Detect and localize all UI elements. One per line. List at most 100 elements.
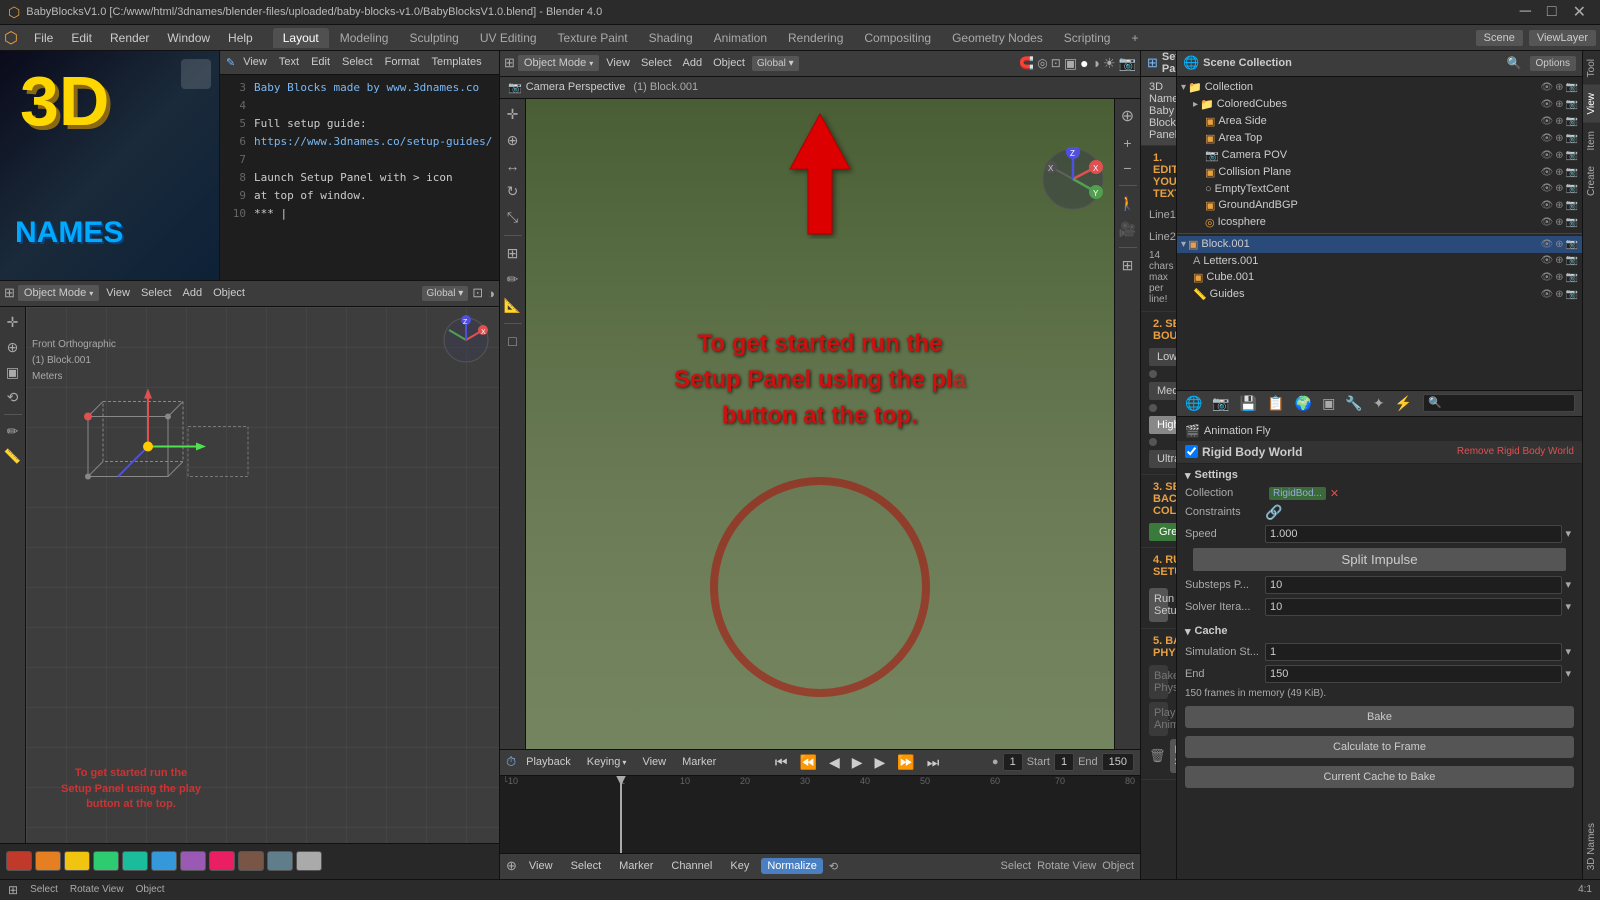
tl-view-btn[interactable]: View bbox=[636, 754, 672, 770]
tl-frame-value[interactable]: 1 bbox=[1003, 753, 1023, 771]
b1-cursor[interactable]: ⊕ bbox=[1555, 239, 1563, 250]
props-tab-viewlayer[interactable]: 📋 bbox=[1263, 393, 1288, 414]
mv-walk-nav[interactable]: 🚶 bbox=[1116, 192, 1139, 215]
tl-jump-start[interactable]: ⏮ bbox=[771, 752, 792, 773]
swatch-yellow[interactable] bbox=[64, 851, 90, 871]
b1-render[interactable]: 📷 bbox=[1566, 239, 1578, 250]
viewport-gizmo[interactable]: X Z bbox=[441, 315, 491, 365]
solver-value[interactable]: 10 bbox=[1265, 598, 1563, 616]
as-eye[interactable]: 👁 bbox=[1540, 116, 1553, 127]
props-tab-particles[interactable]: ✦ bbox=[1369, 393, 1389, 414]
ws-geometry[interactable]: Geometry Nodes bbox=[942, 28, 1053, 48]
swatch-brown[interactable] bbox=[238, 851, 264, 871]
substeps-value[interactable]: 10 bbox=[1265, 576, 1563, 594]
tl-normalize-active[interactable]: Normalize bbox=[761, 858, 823, 874]
is-cursor[interactable]: ⊕ bbox=[1555, 217, 1563, 228]
calc-frame-btn[interactable]: Calculate to Frame bbox=[1185, 736, 1574, 758]
tree-icosphere[interactable]: ◎ Icosphere 👁⊕📷 bbox=[1177, 214, 1582, 231]
tree-camera-pov[interactable]: 📷 Camera POV 👁⊕📷 bbox=[1177, 147, 1582, 164]
mv-shading-solid[interactable]: ● bbox=[1080, 55, 1088, 71]
mv-shading-render[interactable]: ☀ bbox=[1103, 55, 1116, 72]
props-tab-output[interactable]: 💾 bbox=[1236, 393, 1261, 414]
ws-uv[interactable]: UV Editing bbox=[470, 28, 547, 48]
bake-btn[interactable]: Bake bbox=[1185, 706, 1574, 728]
mv-zoom-out[interactable]: − bbox=[1120, 157, 1134, 179]
text-editor-menu-templates[interactable]: Templates bbox=[427, 54, 485, 70]
vp-view-btn[interactable]: View bbox=[102, 285, 134, 301]
cursor-tool[interactable]: ✛ bbox=[4, 311, 22, 334]
mv-proportional-icon[interactable]: ◎ bbox=[1037, 56, 1047, 70]
tree-guides[interactable]: 📏 Guides 👁⊕📷 bbox=[1177, 286, 1582, 303]
move-tool[interactable]: ⊕ bbox=[4, 336, 22, 359]
run-setup-btn[interactable]: Run Setup bbox=[1149, 588, 1168, 622]
c1-cursor[interactable]: ⊕ bbox=[1555, 272, 1563, 283]
mv-snap-icon[interactable]: 🧲 bbox=[1019, 56, 1034, 70]
tl-next-frame[interactable]: ▶ bbox=[871, 752, 890, 773]
tab-tool[interactable]: Tool bbox=[1583, 51, 1600, 85]
swatch-light[interactable] bbox=[296, 851, 322, 871]
bounce-low-btn[interactable]: Low bbox=[1149, 348, 1177, 366]
ws-scripting[interactable]: Scripting bbox=[1054, 28, 1121, 48]
solver-stepper[interactable]: ▾ bbox=[1562, 600, 1574, 613]
mv-add-btn[interactable]: Add bbox=[679, 55, 707, 71]
vp-select-btn[interactable]: Select bbox=[137, 285, 176, 301]
end-value[interactable]: 150 bbox=[1265, 665, 1563, 683]
mv-object-btn[interactable]: Object bbox=[709, 55, 749, 71]
vis-eye[interactable]: 👁 bbox=[1540, 82, 1553, 93]
mv-nav-up[interactable]: ⊕ bbox=[1118, 103, 1137, 129]
mv-add-cube[interactable]: □ bbox=[505, 330, 519, 352]
sim-start-stepper[interactable]: ▾ bbox=[1562, 645, 1574, 658]
annotate-tool[interactable]: ✏ bbox=[4, 420, 22, 443]
gb-eye[interactable]: 👁 bbox=[1540, 200, 1553, 211]
vp-shading-icon[interactable]: ◑ bbox=[487, 286, 495, 301]
sc-filter-icon[interactable]: 🔍 bbox=[1507, 56, 1522, 70]
cache-section-header[interactable]: ▾ Cache bbox=[1177, 622, 1582, 641]
mv-shading-mat[interactable]: ◑ bbox=[1092, 55, 1100, 71]
ws-animation[interactable]: Animation bbox=[704, 28, 777, 48]
cc-render[interactable]: 📷 bbox=[1566, 99, 1578, 110]
timeline-ruler[interactable]: -10 1 10 20 30 40 50 60 70 80 bbox=[500, 776, 1140, 853]
props-tab-scene[interactable]: 🌐 bbox=[1181, 393, 1206, 414]
text-editor-menu-text[interactable]: Text bbox=[275, 54, 303, 70]
main-viewport-canvas[interactable]: ✛ ⊕ ↔ ↻ ⤡ ⊞ ✏ 📐 □ bbox=[500, 99, 1140, 749]
menu-render[interactable]: Render bbox=[102, 28, 157, 48]
reset-scene-btn[interactable]: Reset Scene bbox=[1170, 739, 1177, 773]
tree-cube001[interactable]: ▣ Cube.001 👁⊕📷 bbox=[1177, 269, 1582, 286]
cp-eye[interactable]: 👁 bbox=[1540, 150, 1553, 161]
close-btn[interactable]: ✕ bbox=[1567, 2, 1592, 22]
props-tab-modifier[interactable]: 🔧 bbox=[1341, 393, 1366, 414]
tree-empty-text[interactable]: ○ EmptyTextCent 👁⊕📷 bbox=[1177, 181, 1582, 197]
swatch-green[interactable] bbox=[93, 851, 119, 871]
ws-layout[interactable]: Layout bbox=[273, 28, 329, 48]
gb-cursor[interactable]: ⊕ bbox=[1555, 200, 1563, 211]
menu-file[interactable]: File bbox=[26, 28, 61, 48]
axis-gizmo[interactable]: X X Z Y bbox=[1041, 147, 1106, 215]
tl-end-value[interactable]: 150 bbox=[1102, 753, 1134, 771]
bounce-ultra-btn[interactable]: Ultra bbox=[1149, 450, 1177, 468]
tl-keying-btn[interactable]: Keying ▾ bbox=[581, 754, 633, 770]
tl-bottom-view[interactable]: View bbox=[523, 858, 559, 874]
vp-add-btn[interactable]: Add bbox=[179, 285, 207, 301]
mv-select-btn[interactable]: Select bbox=[637, 55, 676, 71]
measure-tool[interactable]: 📏 bbox=[1, 445, 24, 468]
substeps-stepper[interactable]: ▾ bbox=[1562, 578, 1574, 591]
tree-ground-bgp[interactable]: ▣ GroundAndBGP 👁⊕📷 bbox=[1177, 197, 1582, 214]
mv-rotate-tool[interactable]: ↻ bbox=[504, 180, 522, 203]
cc-eye[interactable]: 👁 bbox=[1540, 99, 1553, 110]
swatch-pink[interactable] bbox=[209, 851, 235, 871]
props-tab-physics[interactable]: ⚡ bbox=[1391, 393, 1416, 414]
swatch-blue[interactable] bbox=[151, 851, 177, 871]
tl-marker-btn[interactable]: Marker bbox=[676, 754, 722, 770]
mv-select-tool[interactable]: ⊕ bbox=[504, 129, 522, 152]
split-impulse-btn[interactable]: Split Impulse bbox=[1193, 548, 1566, 571]
as-cursor[interactable]: ⊕ bbox=[1555, 116, 1563, 127]
et-cursor[interactable]: ⊕ bbox=[1555, 183, 1563, 194]
tl-bottom-key[interactable]: Key bbox=[724, 858, 755, 874]
vis-render[interactable]: 📷 bbox=[1566, 82, 1578, 93]
mv-camera-icon[interactable]: 📷 bbox=[1119, 55, 1136, 72]
text-editor-menu-format[interactable]: Format bbox=[381, 54, 424, 70]
maximize-btn[interactable]: □ bbox=[1541, 3, 1563, 21]
remove-rb-world-btn[interactable]: Remove Rigid Body World bbox=[1457, 446, 1574, 457]
swatch-orange[interactable] bbox=[35, 851, 61, 871]
cc-cursor[interactable]: ⊕ bbox=[1555, 99, 1563, 110]
